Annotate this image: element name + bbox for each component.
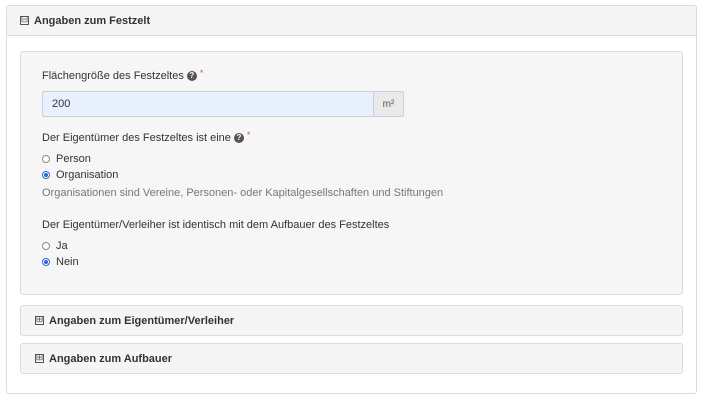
collapse-icon[interactable]: ⊟ [20, 16, 29, 25]
radio-button[interactable] [42, 155, 50, 163]
owner-identical-label: Der Eigentümer/Verleiher ist identisch m… [42, 219, 389, 231]
owner-lender-panel[interactable]: ⊞ Angaben zum Eigentümer/Verleiher [20, 305, 683, 336]
expand-icon[interactable]: ⊞ [35, 354, 44, 363]
radio-label: Person [56, 153, 91, 165]
radio-option-person[interactable]: Person [42, 153, 91, 165]
builder-panel-title: Angaben zum Aufbauer [49, 352, 173, 365]
radio-option-nein[interactable]: Nein [42, 256, 79, 268]
festzelt-panel: ⊟ Angaben zum Festzelt Flächengröße des … [6, 5, 697, 394]
radio-label: Organisation [56, 169, 119, 181]
radio-button-selected[interactable] [42, 258, 50, 266]
question-circle-icon[interactable]: ? [233, 133, 244, 143]
radio-button[interactable] [42, 242, 50, 250]
owner-type-label-text: Der Eigentümer des Festzeltes ist eine [42, 132, 231, 144]
festzelt-panel-title: Angaben zum Festzelt [34, 14, 151, 27]
area-input[interactable] [42, 91, 373, 117]
radio-button-selected[interactable] [42, 171, 50, 179]
required-marker: * [199, 68, 204, 78]
owner-type-label: Der Eigentümer des Festzeltes ist eine ?… [42, 130, 251, 144]
question-circle-icon[interactable]: ? [186, 71, 197, 81]
area-label-text: Flächengröße des Festzeltes [42, 70, 184, 82]
festzelt-panel-header[interactable]: ⊟ Angaben zum Festzelt [7, 6, 696, 36]
owner-type-hint: Organisationen sind Vereine, Personen- o… [42, 187, 444, 199]
festzelt-form: Flächengröße des Festzeltes ? * m² Der E… [20, 51, 683, 295]
required-marker: * [246, 130, 251, 140]
radio-option-organisation[interactable]: Organisation [42, 169, 118, 181]
radio-label: Nein [56, 256, 79, 268]
builder-panel[interactable]: ⊞ Angaben zum Aufbauer [20, 343, 683, 374]
owner-lender-panel-title: Angaben zum Eigentümer/Verleiher [49, 314, 235, 327]
unit-addon: m² [373, 91, 404, 117]
radio-label: Ja [56, 240, 68, 252]
area-field-label: Flächengröße des Festzeltes ? * [42, 68, 204, 82]
radio-option-ja[interactable]: Ja [42, 240, 68, 252]
expand-icon[interactable]: ⊞ [35, 316, 44, 325]
area-input-group: m² [42, 91, 404, 117]
owner-identical-label-text: Der Eigentümer/Verleiher ist identisch m… [42, 219, 390, 231]
